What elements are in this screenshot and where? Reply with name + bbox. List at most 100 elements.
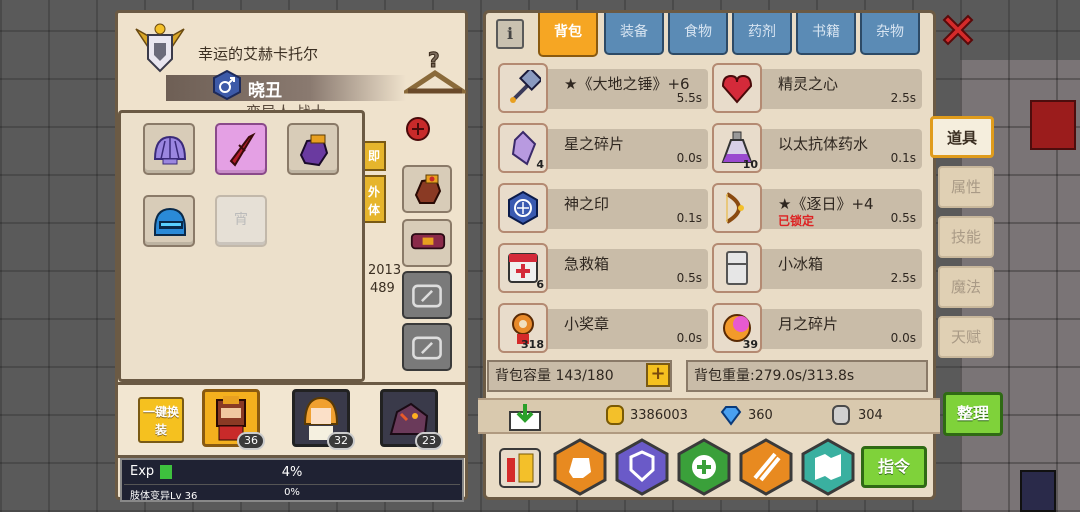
- equip-slot-locked-2[interactable]: [402, 323, 452, 371]
- item-weight: 5.5s: [676, 91, 702, 105]
- fist-skill-icon: [553, 438, 607, 496]
- empty-slot-label: 宵: [234, 212, 248, 228]
- item-icon-slot[interactable]: 6: [498, 243, 548, 293]
- item-weight: 0.5s: [890, 211, 916, 225]
- item-name: 神之印: [564, 195, 610, 213]
- member-level-badge: 32: [327, 432, 355, 450]
- equip-slot-belt[interactable]: [402, 219, 452, 267]
- silver-coin-icon: [832, 405, 850, 425]
- inventory-item[interactable]: ★《逐日》+4 已锁定 0.5s: [710, 181, 924, 235]
- item-icon-slot[interactable]: [712, 183, 762, 233]
- item-weight: 0.1s: [676, 211, 702, 225]
- equip-slot-locked-1[interactable]: [402, 271, 452, 319]
- command-button[interactable]: 指令: [861, 446, 927, 488]
- sort-button[interactable]: 整理: [943, 392, 1003, 436]
- item-name: ★《大地之锤》+6: [564, 75, 690, 93]
- item-weight: 2.5s: [890, 91, 916, 105]
- item-name: ★《逐日》+4: [778, 195, 874, 213]
- hammer-icon: [510, 70, 541, 103]
- item-name: 小奖章: [564, 315, 610, 333]
- item-icon-slot[interactable]: [498, 183, 548, 233]
- expand-capacity-button[interactable]: +: [646, 363, 670, 387]
- tab-bag[interactable]: 背包: [538, 13, 598, 57]
- inventory-item[interactable]: 39 月之碎片 0.0s: [710, 301, 924, 355]
- inventory-item[interactable]: ★《大地之锤》+6 5.5s: [496, 61, 710, 115]
- item-weight: 2.5s: [890, 271, 916, 285]
- skill-button-1[interactable]: [553, 438, 607, 496]
- inventory-item[interactable]: 神之印 0.1s: [496, 181, 710, 235]
- item-count: 39: [742, 338, 758, 351]
- ranking-icon[interactable]: [499, 448, 541, 488]
- item-name: 月之碎片: [778, 315, 839, 333]
- item-icon-slot[interactable]: 10: [712, 123, 762, 173]
- seal-icon: [508, 190, 538, 226]
- one-click-equip-button[interactable]: 一键换装: [138, 397, 184, 443]
- belt-icon: [410, 233, 446, 250]
- tab-misc[interactable]: 杂物: [860, 13, 920, 55]
- skill-button-3[interactable]: [677, 438, 731, 496]
- team-member-2[interactable]: 32: [292, 389, 355, 450]
- equip-tab-1[interactable]: 即: [362, 141, 386, 171]
- skill-button-5[interactable]: [801, 438, 855, 496]
- item-icon-slot[interactable]: 39: [712, 303, 762, 353]
- side-tab-skills[interactable]: 技能: [938, 216, 994, 258]
- item-count: 4: [536, 158, 544, 171]
- equip-selection-popup: 宵: [118, 110, 365, 382]
- equip-option-helmet[interactable]: [143, 195, 195, 247]
- tab-equipment[interactable]: 装备: [604, 13, 664, 55]
- decor-red-block: [1030, 100, 1076, 150]
- item-icon-slot[interactable]: [498, 63, 548, 113]
- member-level-badge: 23: [415, 432, 443, 450]
- currency-bar: 3386003 360 304: [478, 398, 940, 434]
- tab-food[interactable]: 食物: [668, 13, 728, 55]
- inventory-item[interactable]: 小冰箱 2.5s: [710, 241, 924, 295]
- team-member-1[interactable]: 36: [202, 389, 265, 450]
- action-bar: 指令: [483, 436, 936, 500]
- exp-percent: 4%: [281, 465, 303, 480]
- side-tab-attributes[interactable]: 属性: [938, 166, 994, 208]
- side-tab-magic[interactable]: 魔法: [938, 266, 994, 308]
- item-name: 星之碎片: [564, 135, 625, 153]
- inventory-item[interactable]: 6 急救箱 0.5s: [496, 241, 710, 295]
- gold-amount: 3386003: [630, 408, 688, 423]
- skill-button-2[interactable]: [615, 438, 669, 496]
- gold-coin-icon: [606, 405, 624, 425]
- equip-option-empty[interactable]: 宵: [215, 195, 267, 247]
- svg-text:?: ?: [428, 48, 440, 72]
- item-icon-slot[interactable]: 318: [498, 303, 548, 353]
- stat-value-partial: 2013: [368, 263, 402, 278]
- item-weight: 0.1s: [890, 151, 916, 165]
- item-name: 精灵之心: [778, 75, 839, 93]
- equip-slot-glove[interactable]: [402, 165, 452, 213]
- team-member-3[interactable]: 23: [380, 389, 443, 450]
- bag-weight: 背包重量:279.0s/313.8s: [686, 360, 928, 392]
- side-tab-talent[interactable]: 天赋: [938, 316, 994, 358]
- inventory-item[interactable]: 318 小奖章 0.0s: [496, 301, 710, 355]
- inventory-item[interactable]: 4 星之碎片 0.0s: [496, 121, 710, 175]
- item-icon-slot[interactable]: 4: [498, 123, 548, 173]
- hanger-icon[interactable]: ?: [404, 47, 466, 95]
- close-icon[interactable]: [940, 12, 976, 48]
- decor-door: [1020, 470, 1056, 512]
- download-icon[interactable]: [508, 402, 542, 432]
- info-icon[interactable]: i: [496, 19, 524, 49]
- equip-option-blade[interactable]: [215, 123, 267, 175]
- tab-book[interactable]: 书籍: [796, 13, 856, 55]
- inventory-item[interactable]: 10 以太抗体药水 0.1s: [710, 121, 924, 175]
- silver-amount: 304: [858, 408, 883, 423]
- side-tab-items[interactable]: 道具: [930, 116, 994, 158]
- item-icon-slot[interactable]: [712, 243, 762, 293]
- tab-potion[interactable]: 药剂: [732, 13, 792, 55]
- inventory-item[interactable]: 精灵之心 2.5s: [710, 61, 924, 115]
- item-name: 急救箱: [564, 255, 610, 273]
- item-count: 10: [742, 158, 758, 171]
- item-icon-slot[interactable]: [712, 63, 762, 113]
- helmet-red-icon[interactable]: [404, 115, 432, 143]
- skill-button-4[interactable]: [739, 438, 793, 496]
- equip-option-shell[interactable]: [143, 123, 195, 175]
- equip-tab-2[interactable]: 外体: [362, 175, 386, 223]
- character-name: 晓丑: [248, 81, 282, 101]
- gauntlet-icon: [299, 134, 329, 167]
- heart-icon: [721, 74, 753, 104]
- equip-option-gauntlet[interactable]: [287, 123, 339, 175]
